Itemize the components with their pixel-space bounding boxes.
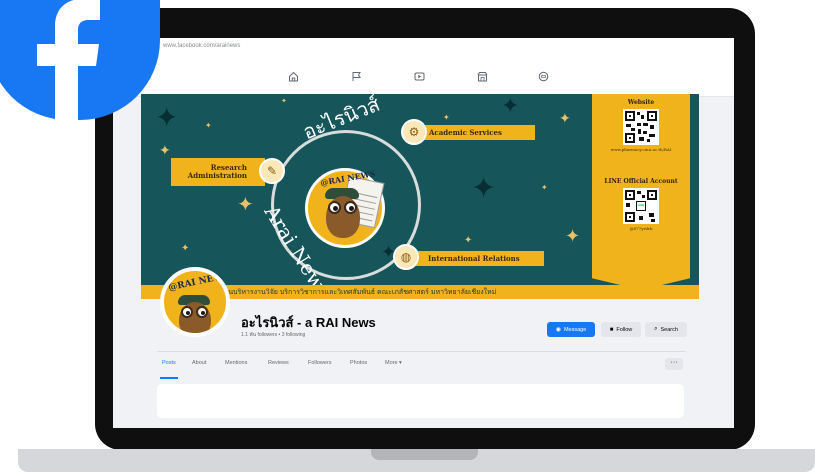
home-icon[interactable] (288, 71, 299, 85)
tag-academic-services: Academic Services (415, 125, 535, 140)
tag-research-administration: Research Administration (171, 158, 265, 186)
line-qr-code: LINE (623, 188, 659, 224)
gaming-icon[interactable] (538, 71, 549, 85)
follow-button[interactable]: ■ Follow (601, 322, 641, 337)
research-icon: ✎ (259, 158, 285, 184)
sparkle-icon: ✦ (237, 192, 254, 216)
sparkle-icon: ✦ (565, 226, 581, 247)
line-id: @877yrdrb (629, 226, 653, 231)
video-icon[interactable] (414, 71, 425, 85)
follow-icon: ■ (609, 326, 614, 333)
message-button[interactable]: ◉ Message (547, 322, 595, 337)
tab-about[interactable]: About (192, 360, 206, 366)
laptop-notch (371, 449, 478, 460)
profile-badge: @RAI NEWS (167, 270, 230, 294)
owl-mascot: @RAI NEWS (305, 168, 385, 248)
tab-mentions[interactable]: Mentions (225, 360, 247, 366)
sparkle-icon: ✦ (541, 183, 548, 192)
website-qr-code (623, 109, 659, 145)
profile-tabs: Posts About Mentions Reviews Followers P… (157, 352, 685, 377)
line-title: LINE Official Account (604, 178, 678, 185)
tab-more[interactable]: More ▾ (385, 360, 402, 366)
tab-posts[interactable]: Posts (162, 360, 176, 366)
search-button[interactable]: ⌕ Search (645, 322, 687, 337)
sparkle-icon: ✦ (281, 97, 287, 105)
browser-screen: www.facebook.com/arainews ✦ ✦ ✦ ✦ ✦ ✦ ✦ … (113, 38, 734, 428)
line-logo: LINE (637, 203, 645, 207)
sparkle-icon: ✦ (181, 243, 190, 254)
facebook-logo (0, 0, 160, 120)
active-tab-indicator (160, 377, 178, 379)
facebook-top-nav (113, 58, 734, 97)
tab-photos[interactable]: Photos (350, 360, 367, 366)
tag-international-relations: International Relations (406, 251, 544, 266)
cover-photo[interactable]: ✦ ✦ ✦ ✦ ✦ ✦ ✦ ✦ ✦ ✦ ✦ ✦ ✦ ✦ อะไรนิวส์ Ar… (141, 94, 699, 299)
website-url: www.pharmacy.cmu.ac.th/RAI (610, 147, 672, 152)
star-icon: ✦ (501, 94, 520, 119)
star-icon: ✦ (471, 171, 497, 206)
search-icon: ⌕ (654, 326, 658, 332)
cover-footer-text: งานบริหารงานวิจัย บริการวิชาการและวิเทศส… (221, 289, 497, 296)
follower-count[interactable]: 1.1 พัน followers • 3 following (241, 331, 305, 339)
sparkle-icon: ✦ (464, 235, 473, 246)
sparkle-icon: ✦ (159, 143, 171, 159)
messenger-icon: ◉ (555, 327, 561, 333)
sparkle-icon: ✦ (205, 121, 212, 130)
more-options-button[interactable]: ··· (665, 358, 683, 370)
post-card (157, 384, 684, 418)
sparkle-icon: ✦ (559, 111, 571, 127)
address-bar[interactable]: www.facebook.com/arainews (113, 38, 734, 59)
url-text[interactable]: www.facebook.com/arainews (163, 43, 240, 49)
sparkle-icon: ✦ (443, 113, 450, 122)
flag-icon[interactable] (351, 71, 362, 85)
website-title: Website (627, 99, 655, 106)
tab-followers[interactable]: Followers (308, 360, 332, 366)
tab-reviews[interactable]: Reviews (268, 360, 289, 366)
globe-icon: ◍ (393, 244, 419, 270)
page-title: อะไรนิวส์ - a RAI News (241, 315, 376, 330)
qr-panel: Website www.pharmacy.cmu.ac.th/RAI LINE … (592, 94, 690, 290)
marketplace-icon[interactable] (477, 71, 488, 85)
profile-picture[interactable]: @RAI NEWS (160, 267, 230, 337)
academic-services-icon: ⚙ (401, 119, 427, 145)
